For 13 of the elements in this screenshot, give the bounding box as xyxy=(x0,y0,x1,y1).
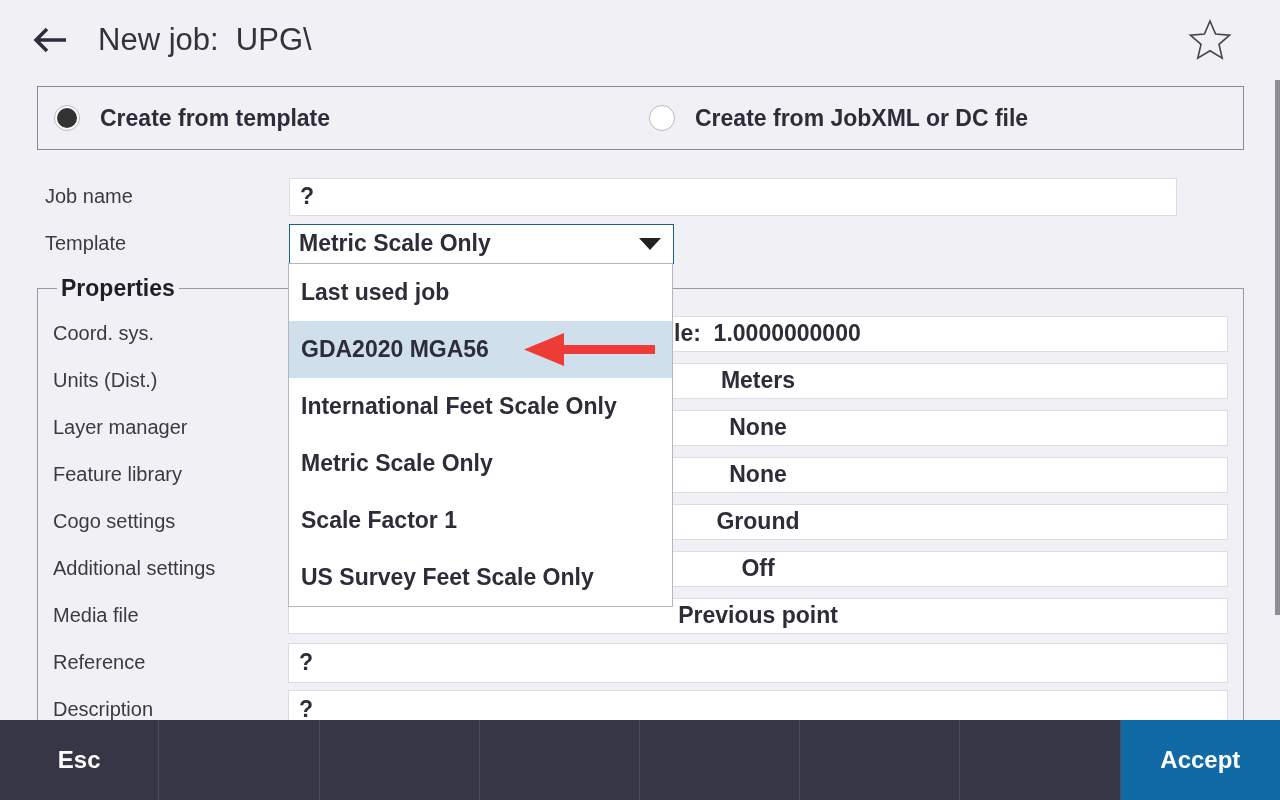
field-label: Additional settings xyxy=(53,557,217,580)
field-label: Job name xyxy=(44,185,134,208)
field-label: Cogo settings xyxy=(53,510,177,533)
page-title: New job: UPG\ xyxy=(98,22,313,58)
field-label: Media file xyxy=(53,604,140,627)
field-label: Units (Dist.) xyxy=(53,369,159,392)
field-label: Feature library xyxy=(53,463,183,486)
field-label: Reference xyxy=(53,651,147,674)
field-label: Layer manager xyxy=(53,416,189,439)
section-title: Properties xyxy=(60,275,176,302)
field-label: Description xyxy=(53,698,155,720)
field-label: Coord. sys. xyxy=(53,322,156,345)
field-label: Template xyxy=(44,232,128,255)
